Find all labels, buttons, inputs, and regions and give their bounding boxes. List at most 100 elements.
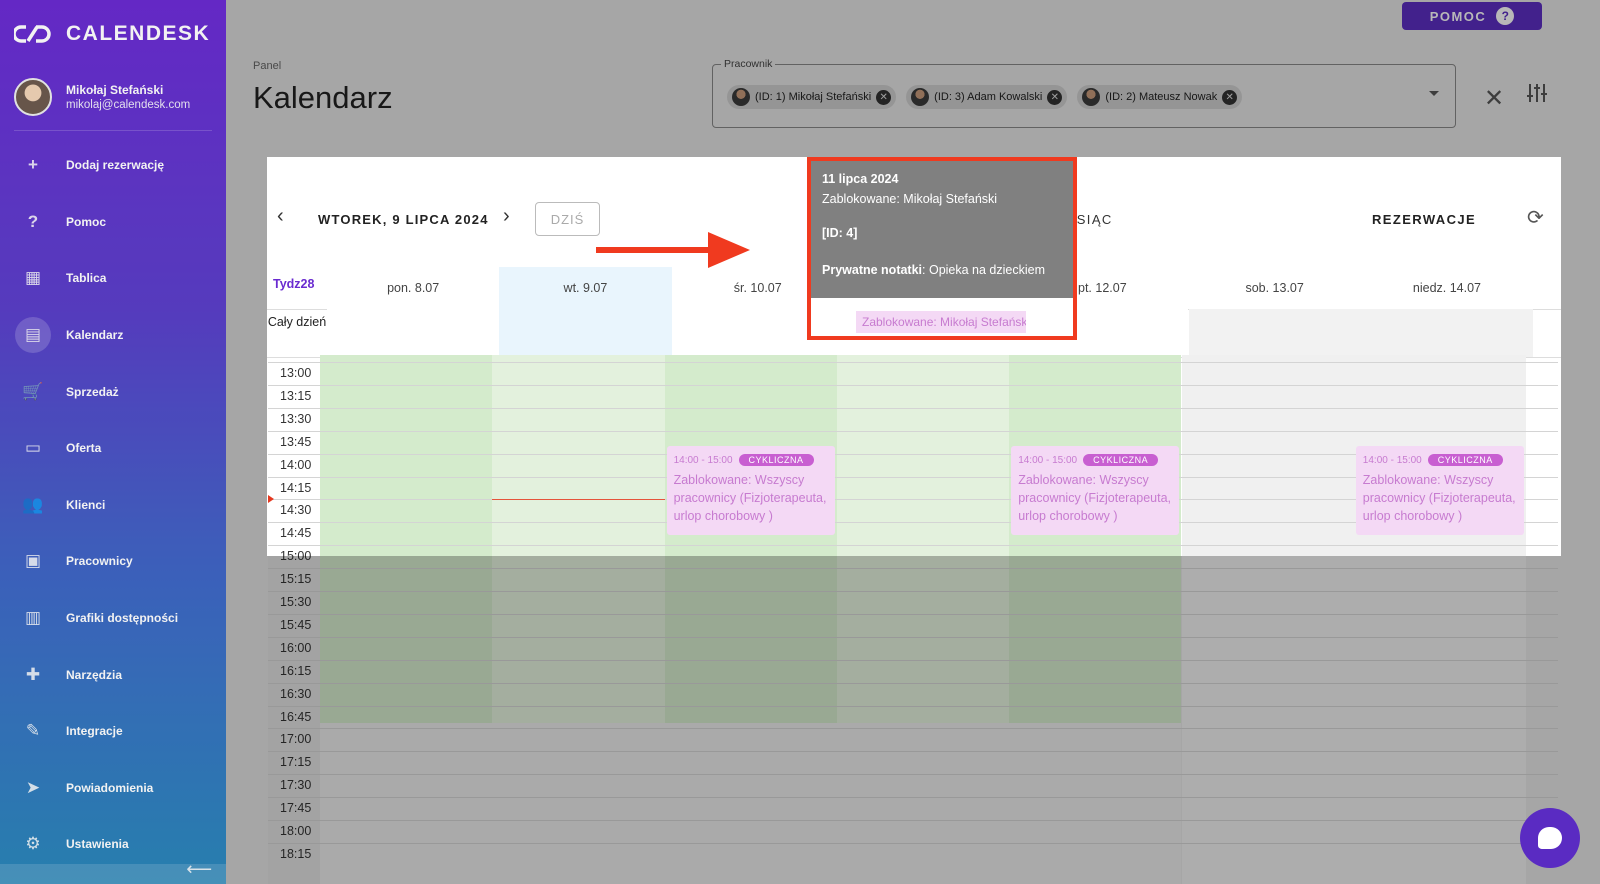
sidebar-item-7[interactable]: ▣ Pracownicy [0, 533, 226, 590]
event-title: Zablokowane: Wszyscy pracownicy (Fizjote… [673, 472, 827, 523]
time-label: 13:15 [280, 388, 312, 403]
employee-chip-label: (ID: 2) Mateusz Nowak [1105, 91, 1218, 103]
sidebar-item-2[interactable]: ▦ Tablica [0, 250, 226, 307]
sidebar-item-label: Narzędzia [66, 667, 123, 682]
day-header[interactable]: sob. 13.07 [1189, 267, 1361, 309]
question-icon: ? [1496, 7, 1515, 25]
sidebar-item-3[interactable]: ▤ Kalendarz [0, 307, 226, 364]
sidebar-item-9[interactable]: ✚ Narzędzia [0, 646, 226, 703]
chevron-right-icon[interactable]: › [503, 205, 510, 228]
chevron-down-icon[interactable] [1429, 91, 1439, 96]
time-row: 17:30 [268, 774, 1558, 797]
time-label: 14:15 [280, 480, 312, 495]
dashboard-icon: ▦ [24, 268, 42, 288]
all-day-cell[interactable] [499, 309, 672, 357]
time-label: 17:15 [280, 755, 312, 770]
sidebar-item-label: Pomoc [66, 214, 107, 229]
remove-chip-icon[interactable]: ✕ [1047, 89, 1063, 105]
sidebar-item-11[interactable]: ➤ Powiadomienia [0, 760, 226, 817]
time-label: 16:15 [280, 663, 312, 678]
time-label: 16:45 [280, 709, 312, 724]
time-label: 15:45 [280, 617, 312, 632]
current-date: WTOREK, 9 LIPCA 2024 [318, 212, 489, 227]
remove-chip-icon[interactable]: ✕ [876, 89, 892, 105]
user-email: mikolaj@calendesk.com [66, 99, 191, 111]
help-icon: ? [27, 211, 39, 231]
breadcrumb[interactable]: Panel [253, 60, 281, 72]
remove-chip-icon[interactable]: ✕ [1222, 89, 1238, 105]
time-row: 17:45 [268, 797, 1558, 820]
recurring-badge: CYKLICZNA [1083, 453, 1159, 466]
employee-chip-label: (ID: 3) Adam Kowalski [934, 91, 1043, 103]
chat-button[interactable] [1520, 808, 1580, 868]
all-day-label: Cały dzień [267, 315, 327, 329]
time-label: 15:30 [280, 595, 312, 609]
bookings-button[interactable]: REZERWACJE [1372, 212, 1476, 227]
sidebar-item-6[interactable]: 👥 Klienci [0, 477, 226, 534]
help-button-label: POMOC [1429, 8, 1487, 24]
refresh-icon[interactable]: ⟳ [1527, 205, 1544, 230]
help-button[interactable]: POMOC ? [1402, 2, 1542, 30]
collapse-sidebar-icon[interactable]: ⟵ [186, 859, 212, 880]
day-header[interactable]: niedz. 14.07 [1361, 267, 1533, 309]
employee-chip-label: (ID: 1) Mikołaj Stefański [755, 91, 872, 103]
day-header[interactable]: wt. 9.07 [499, 267, 672, 309]
all-day-cell[interactable] [327, 309, 500, 357]
sidebar-item-1[interactable]: ? Pomoc [0, 194, 226, 251]
time-label: 17:45 [280, 801, 312, 816]
current-time-line [492, 499, 665, 501]
sidebar-item-10[interactable]: ✎ Integracje [0, 703, 226, 760]
arrow-right-icon [596, 232, 750, 268]
plus-icon: + [28, 155, 38, 175]
user-name: Mikołaj Stefański [66, 83, 164, 97]
employee-chip[interactable]: (ID: 3) Adam Kowalski ✕ [906, 85, 1068, 109]
time-row: 13:30 [268, 407, 1558, 431]
avatar [732, 88, 750, 106]
logo[interactable]: CALENDESK [14, 22, 210, 46]
avatar [1082, 88, 1101, 106]
sidebar-item-label: Tablica [66, 271, 107, 286]
all-day-cell[interactable] [1188, 309, 1361, 357]
filter-settings-icon[interactable] [1526, 82, 1548, 104]
calendar-event[interactable]: 14:00 - 15:00 CYKLICZNA Zablokowane: Wszys… [1355, 445, 1525, 536]
event-title: Zablokowane: Wszyscy pracownicy (Fizjote… [1018, 472, 1172, 523]
calendar-event[interactable]: 14:00 - 15:00 CYKLICZNA Zablokowane: Wszys… [1011, 445, 1180, 536]
sidebar-item-5[interactable]: ▭ Oferta [0, 420, 226, 477]
day-header[interactable]: pon. 8.07 [327, 267, 499, 309]
current-time-marker [268, 495, 274, 504]
chevron-left-icon[interactable]: ‹ [277, 205, 284, 228]
sidebar-item-label: Integracje [66, 724, 123, 739]
time-label: 16:00 [280, 640, 312, 655]
store-icon: ▭ [24, 438, 42, 458]
employee-chip[interactable]: (ID: 1) Mikołaj Stefański ✕ [727, 85, 897, 109]
people-icon: 👥 [22, 494, 44, 514]
time-label: 13:30 [280, 411, 312, 426]
time-row: 16:30 [268, 682, 1558, 706]
time-row: 15:15 [268, 568, 1558, 591]
event-time: 14:00 - 15:00 [673, 454, 733, 466]
sidebar-item-8[interactable]: ▥ Grafiki dostępności [0, 590, 226, 647]
employee-chip[interactable]: (ID: 2) Mateusz Nowak ✕ [1077, 85, 1243, 109]
sidebar-item-label: Pracownicy [66, 554, 133, 569]
send-icon: ➤ [25, 777, 41, 797]
highlight-box [807, 157, 1077, 340]
sidebar-item-label: Oferta [66, 441, 102, 456]
calendar-event[interactable]: 14:00 - 15:00 CYKLICZNA Zablokowane: Wszys… [666, 445, 835, 536]
calendesk-logo-icon [14, 25, 51, 43]
sidebar-item-0[interactable]: + Dodaj rezerwację [0, 137, 226, 194]
user-profile[interactable]: Mikołaj Stefański mikolaj@calendesk.com [14, 78, 190, 116]
sidebar-item-label: Klienci [66, 497, 106, 512]
sidebar-item-4[interactable]: 🛒 Sprzedaż [0, 363, 226, 420]
time-label: 17:30 [280, 778, 312, 793]
time-label: 16:30 [280, 686, 312, 701]
time-row: 15:30 [268, 591, 1558, 614]
time-label: 15:00 [280, 549, 312, 564]
recurring-badge: CYKLICZNA [738, 453, 814, 466]
today-button[interactable]: DZIŚ [535, 202, 600, 236]
employee-select[interactable]: Pracownik (ID: 1) Mikołaj Stefański ✕ (ID:… [712, 58, 1456, 128]
time-grid[interactable]: 13:00 13:15 13:30 13:45 14:00 14:15 14:30 14:45… [268, 355, 1558, 884]
clear-filter-icon[interactable]: ✕ [1484, 84, 1504, 113]
badge-icon: ▣ [24, 551, 42, 571]
all-day-cell[interactable] [1360, 309, 1534, 357]
brand-name: CALENDESK [66, 22, 211, 45]
